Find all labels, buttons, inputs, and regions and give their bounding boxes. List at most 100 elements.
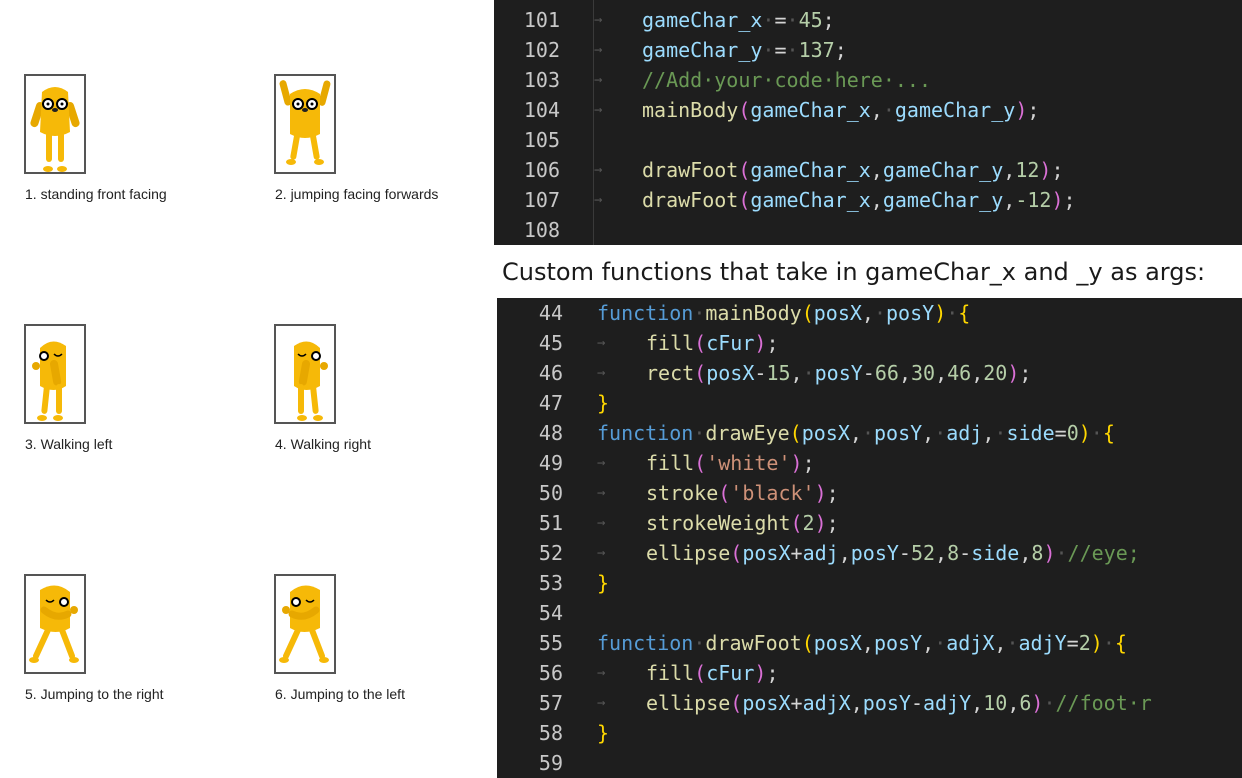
code-token: ) <box>754 661 767 685</box>
code-token: ) <box>1015 98 1028 122</box>
code-token: gameChar_y <box>882 158 1004 182</box>
code-token: · <box>934 631 947 655</box>
code-token: ( <box>738 98 751 122</box>
line-number: 107 <box>523 188 560 212</box>
sprite-walking-right <box>274 324 336 424</box>
tab-arrow-icon: → <box>594 102 603 118</box>
code-token: · <box>1006 631 1019 655</box>
code-editor-top[interactable]: 101 → gameChar_x·=·45; 102 → gameChar_y·=·137… <box>494 0 1242 245</box>
code-line[interactable]: 105 <box>494 125 1242 155</box>
code-line[interactable]: 48 function·drawEye(posX,·posY,·adj,·side… <box>497 418 1242 448</box>
code-token: //foot·r <box>1055 691 1152 715</box>
code-line[interactable]: 55 function·drawFoot(posX,posY,·adjX,·adj… <box>497 628 1242 658</box>
code-token: · <box>1043 691 1056 715</box>
code-token: , <box>850 691 863 715</box>
code-line[interactable]: 47} <box>497 388 1242 418</box>
sprite-standing-front <box>24 74 86 174</box>
code-line[interactable]: 57 → ellipse(posX+adjX,posY-adjY,10,6)·//f… <box>497 688 1242 718</box>
sprite-jumping-left <box>274 574 336 674</box>
code-token: //eye; <box>1067 541 1140 565</box>
code-token: fill <box>646 661 695 685</box>
code-token: gameChar_y <box>642 38 763 62</box>
line-number: 54 <box>538 601 563 625</box>
code-text: fill(cFur); <box>646 658 778 688</box>
code-token: 12 <box>1015 158 1040 182</box>
code-token: cFur <box>706 661 755 685</box>
code-token: cFur <box>706 331 755 355</box>
code-token: 0 <box>1066 421 1079 445</box>
code-token: ) <box>1031 691 1044 715</box>
code-token: , <box>870 98 883 122</box>
code-token: · <box>934 421 947 445</box>
code-text: ellipse(posX+adj,posY-52,8-side,8)·//eye… <box>646 538 1140 568</box>
code-token: gameChar_x <box>750 188 871 212</box>
code-line[interactable]: 53} <box>497 568 1242 598</box>
code-token: , <box>1003 158 1016 182</box>
code-line[interactable]: 59 <box>497 748 1242 778</box>
code-line[interactable]: 107 → drawFoot(gameChar_x,gameChar_y,-12); <box>494 185 1242 215</box>
code-token: 46 <box>947 361 972 385</box>
code-token: 'white' <box>706 451 791 475</box>
code-token: 15 <box>766 361 791 385</box>
code-token: ) <box>1051 188 1064 212</box>
code-line[interactable]: 54 <box>497 598 1242 628</box>
code-editor-bottom[interactable]: 44 function·mainBody(posX,·posY)·{45 → fill… <box>497 298 1242 778</box>
code-token: mainBody <box>705 301 802 325</box>
code-line[interactable]: 102 → gameChar_y·=·137; <box>494 35 1242 65</box>
code-token: posY <box>850 541 899 565</box>
code-token: drawFoot <box>642 158 739 182</box>
line-number: 47 <box>538 391 563 415</box>
caption-6: 6. Jumping to the left <box>275 686 405 702</box>
code-token: , <box>861 631 874 655</box>
code-token: posY <box>886 301 935 325</box>
code-token: 30 <box>910 361 936 385</box>
code-token: 10 <box>983 691 1008 715</box>
code-line[interactable]: 46 → rect(posX-15,·posY-66,30,46,20); <box>497 358 1242 388</box>
code-line[interactable]: 108 <box>494 215 1242 245</box>
line-number: 57 <box>538 691 563 715</box>
code-token: · <box>762 38 775 62</box>
code-token: , <box>922 631 935 655</box>
code-token: drawFoot <box>705 631 802 655</box>
code-token: · <box>786 38 799 62</box>
code-token: -12 <box>1015 188 1052 212</box>
code-token: ellipse <box>646 691 731 715</box>
code-line[interactable]: 58} <box>497 718 1242 748</box>
code-line[interactable]: 52 → ellipse(posX+adj,posY-52,8-side,8)·//… <box>497 538 1242 568</box>
caption-2: 2. jumping facing forwards <box>275 186 439 202</box>
code-token: , <box>994 631 1007 655</box>
code-token: posY <box>873 421 923 445</box>
line-number: 56 <box>538 661 563 685</box>
code-line[interactable]: 106 → drawFoot(gameChar_x,gameChar_y,12); <box>494 155 1242 185</box>
code-token: ( <box>730 541 743 565</box>
code-token: ) <box>1043 541 1056 565</box>
code-token: · <box>873 301 887 325</box>
code-token: ( <box>801 631 814 655</box>
code-line[interactable]: 51 → strokeWeight(2); <box>497 508 1242 538</box>
code-token: posX <box>742 691 791 715</box>
code-line[interactable]: 56 → fill(cFur); <box>497 658 1242 688</box>
code-text: gameChar_y·=·137; <box>642 35 847 65</box>
code-line[interactable]: 45 → fill(cFur); <box>497 328 1242 358</box>
code-line[interactable]: 103 → //Add·your·code·here·... <box>494 65 1242 95</box>
line-number: 104 <box>523 98 560 122</box>
code-token: ( <box>694 451 707 475</box>
code-line[interactable]: 49 → fill('white'); <box>497 448 1242 478</box>
tab-arrow-icon: → <box>597 665 606 681</box>
code-line[interactable]: 50 → stroke('black'); <box>497 478 1242 508</box>
code-token: drawFoot <box>642 188 739 212</box>
code-token: gameChar_x <box>642 8 763 32</box>
code-token: , <box>790 361 803 385</box>
code-token: gameChar_x <box>750 158 871 182</box>
code-token: · <box>762 8 775 32</box>
code-line[interactable]: 101 → gameChar_x·=·45; <box>494 5 1242 35</box>
code-token: ( <box>730 691 743 715</box>
code-token: ( <box>694 361 707 385</box>
code-line[interactable]: 44 function·mainBody(posX,·posY)·{ <box>497 298 1242 328</box>
code-token: 'black' <box>730 481 815 505</box>
code-text: } <box>597 388 609 418</box>
code-line[interactable]: 104 → mainBody(gameChar_x,·gameChar_y); <box>494 95 1242 125</box>
code-token: rect <box>646 361 695 385</box>
code-token: ) <box>790 451 803 475</box>
code-token: = <box>774 38 787 62</box>
